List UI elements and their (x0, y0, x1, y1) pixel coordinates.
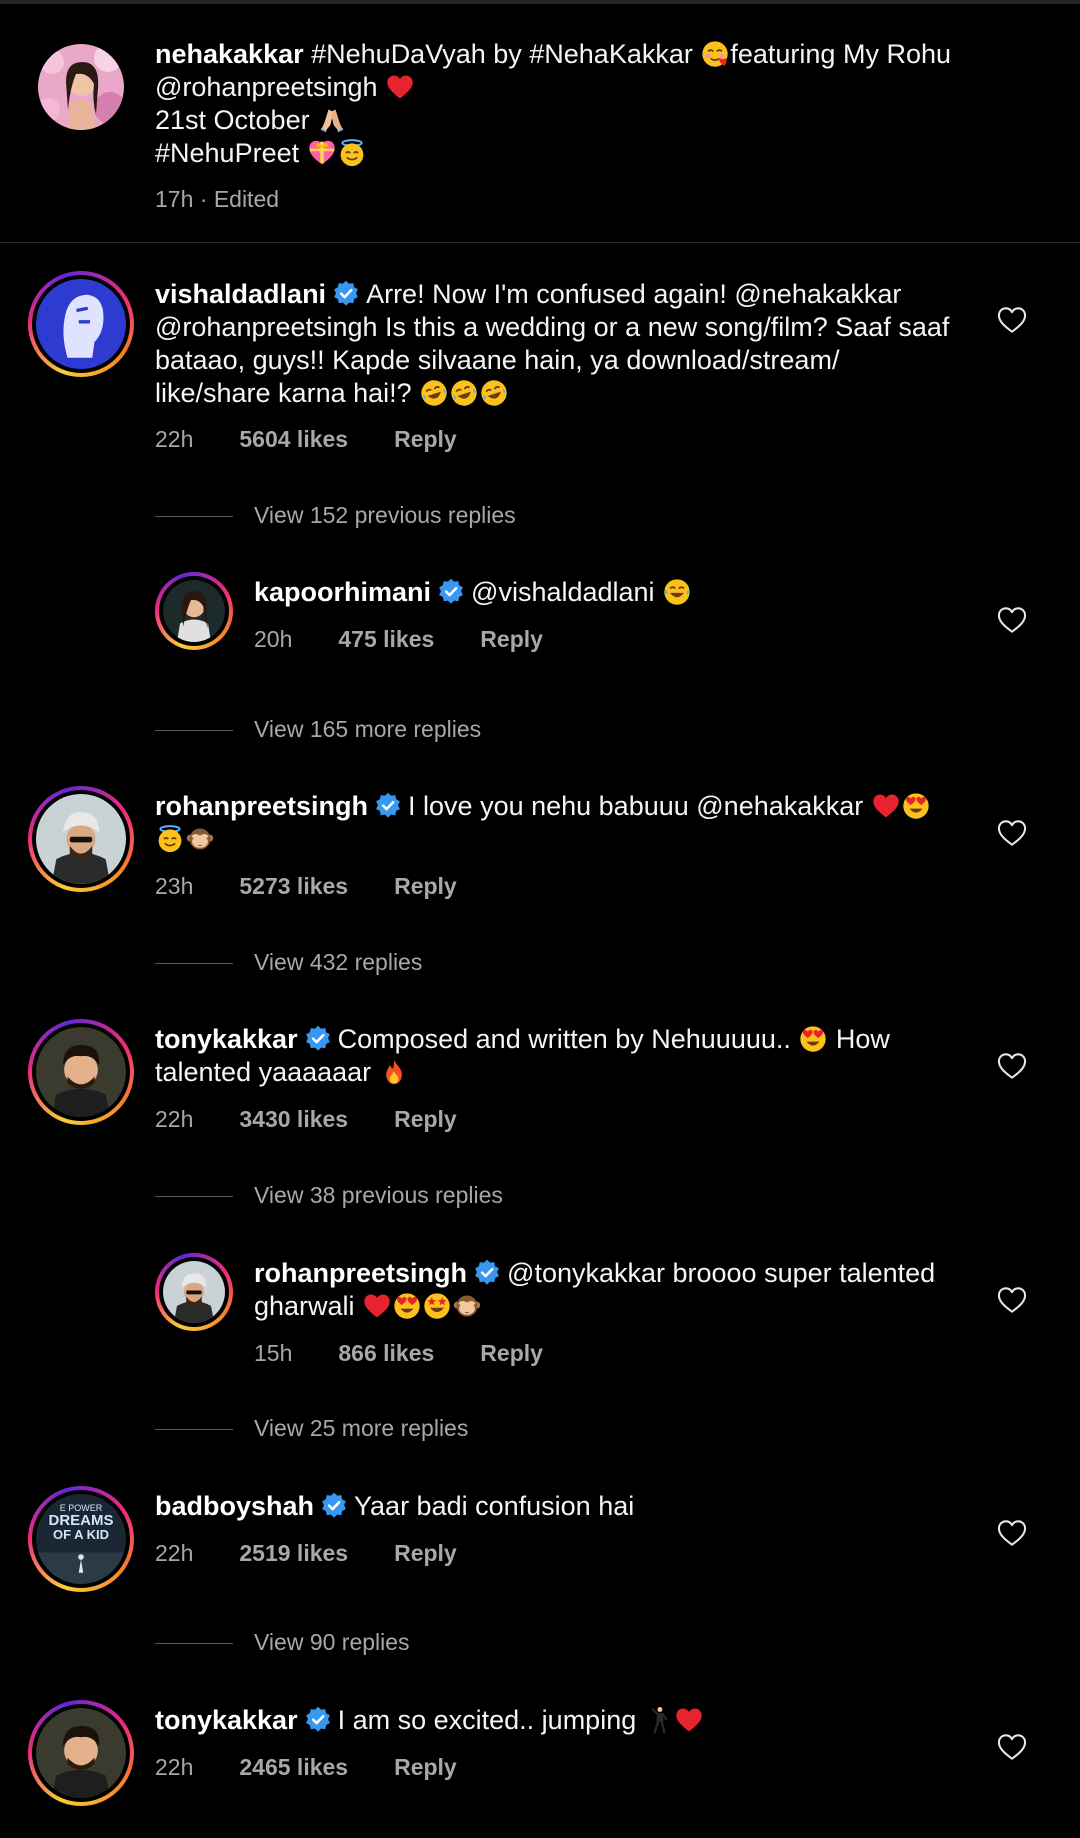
comment-text: Composed and written by Nehuuuuu.. (337, 1024, 791, 1054)
see-no-evil-monkey-icon (453, 1292, 481, 1320)
verified-badge-icon (304, 1706, 332, 1734)
username[interactable]: nehakakkar (155, 39, 304, 69)
avatar[interactable] (155, 572, 233, 650)
like-count[interactable]: 5604 likes (239, 426, 348, 452)
rolling-laughing-icon (450, 379, 478, 407)
username[interactable]: rohanpreetsingh (155, 791, 368, 821)
comment-time: 22h (155, 1106, 194, 1132)
view-replies-button[interactable]: View 25 more replies (155, 1415, 468, 1442)
comment-text: I love you nehu babuuu @nehakakkar (408, 791, 864, 821)
view-replies-button[interactable]: View 38 previous replies (155, 1182, 503, 1209)
heart-eyes-icon (799, 1025, 827, 1053)
username[interactable]: tonykakkar (155, 1705, 298, 1735)
post-meta: 17h · Edited (155, 186, 280, 212)
like-count[interactable]: 5273 likes (239, 873, 348, 899)
view-replies-button[interactable]: View 90 replies (155, 1629, 410, 1656)
rolling-laughing-icon (480, 379, 508, 407)
heart-icon[interactable] (997, 306, 1027, 334)
heart-icon[interactable] (997, 606, 1027, 634)
avatar[interactable]: E POWER DREAMS OF A KID (28, 1486, 134, 1592)
rolling-laughing-icon (420, 379, 448, 407)
comment-time: 15h (254, 1340, 293, 1366)
smiling-face-with-halo-icon (338, 139, 366, 167)
view-replies-label: View 25 more replies (254, 1415, 469, 1441)
verified-badge-icon (473, 1259, 501, 1287)
smiling-face-with-halo-icon (156, 825, 184, 853)
verified-badge-icon (320, 1492, 348, 1520)
divider (0, 242, 1080, 243)
view-replies-label: View 432 replies (254, 949, 423, 975)
view-replies-label: View 152 previous replies (254, 502, 516, 528)
username[interactable]: tonykakkar (155, 1024, 298, 1054)
caption-text: #NehuDaVyah by #NehaKakkar (311, 39, 693, 69)
view-replies-label: View 38 previous replies (254, 1182, 503, 1208)
hashtag-link[interactable]: #NehuPreet (155, 138, 299, 168)
reply-button[interactable]: Reply (394, 873, 457, 899)
like-count[interactable]: 2519 likes (239, 1540, 348, 1566)
comment-text: I am so excited.. jumping (337, 1705, 637, 1735)
reply-button[interactable]: Reply (394, 1540, 457, 1566)
post-caption: nehakakkar #NehuDaVyah by #NehaKakkar fe… (0, 4, 1080, 242)
avatar[interactable] (38, 44, 124, 130)
like-count[interactable]: 2465 likes (239, 1754, 348, 1780)
verified-badge-icon (374, 792, 402, 820)
avatar[interactable] (155, 1253, 233, 1331)
verified-badge-icon (304, 1025, 332, 1053)
username[interactable]: badboyshah (155, 1491, 314, 1521)
comment-time: 22h (155, 1754, 194, 1780)
avatar[interactable] (28, 271, 134, 377)
heart-eyes-icon (902, 792, 930, 820)
avatar-caption: DREAMS (48, 1512, 114, 1529)
comment-text: Yaar badi confusion hai (354, 1491, 635, 1521)
username[interactable]: kapoorhimani (254, 577, 431, 607)
like-count[interactable]: 866 likes (338, 1340, 434, 1366)
view-replies-label: View 90 replies (254, 1629, 410, 1655)
reply-button[interactable]: Reply (394, 1106, 457, 1132)
caption-text: featuring My Rohu (730, 39, 951, 69)
heart-icon[interactable] (997, 819, 1027, 847)
smiling-face-with-hearts-icon (701, 40, 729, 68)
red-heart-icon (675, 1706, 703, 1734)
view-replies-button[interactable]: View 432 replies (155, 949, 422, 976)
reply-button[interactable]: Reply (394, 426, 457, 452)
heart-with-ribbon-icon (308, 139, 336, 167)
like-count[interactable]: 3430 likes (239, 1106, 348, 1132)
mention-link[interactable]: @rohanpreetsingh (155, 72, 378, 102)
like-count[interactable]: 475 likes (338, 626, 434, 652)
username[interactable]: vishaldadlani (155, 279, 326, 309)
view-replies-label: View 165 more replies (254, 716, 482, 742)
red-heart-icon (872, 792, 900, 820)
caption-text: 21st October (155, 105, 310, 135)
reply-button[interactable]: Reply (480, 626, 543, 652)
verified-badge-icon (332, 280, 360, 308)
heart-icon[interactable] (997, 1519, 1027, 1547)
verified-badge-icon (437, 578, 465, 606)
heart-icon[interactable] (997, 1286, 1027, 1314)
fire-icon (380, 1058, 408, 1086)
comment-time: 22h (155, 426, 194, 452)
comment-text: @vishaldadlani (471, 577, 655, 607)
star-struck-icon (423, 1292, 451, 1320)
person-dancing-icon (645, 1706, 673, 1734)
comment-time: 23h (155, 873, 194, 899)
folded-hands-icon (318, 106, 346, 134)
avatar[interactable] (28, 1019, 134, 1125)
avatar[interactable] (28, 786, 134, 892)
avatar-caption: OF A KID (52, 1527, 110, 1542)
reply-button[interactable]: Reply (480, 1340, 543, 1366)
tears-of-joy-icon (663, 578, 691, 606)
avatar[interactable] (28, 1700, 134, 1806)
heart-icon[interactable] (997, 1733, 1027, 1761)
comment-time: 20h (254, 626, 293, 652)
red-heart-icon (386, 73, 414, 101)
red-heart-icon (363, 1292, 391, 1320)
heart-icon[interactable] (997, 1052, 1027, 1080)
view-replies-button[interactable]: View 165 more replies (155, 716, 481, 743)
see-no-evil-monkey-icon (186, 825, 214, 853)
view-replies-button[interactable]: View 152 previous replies (155, 502, 516, 529)
comment-time: 22h (155, 1540, 194, 1566)
reply-button[interactable]: Reply (394, 1754, 457, 1780)
username[interactable]: rohanpreetsingh (254, 1258, 467, 1288)
heart-eyes-icon (393, 1292, 421, 1320)
